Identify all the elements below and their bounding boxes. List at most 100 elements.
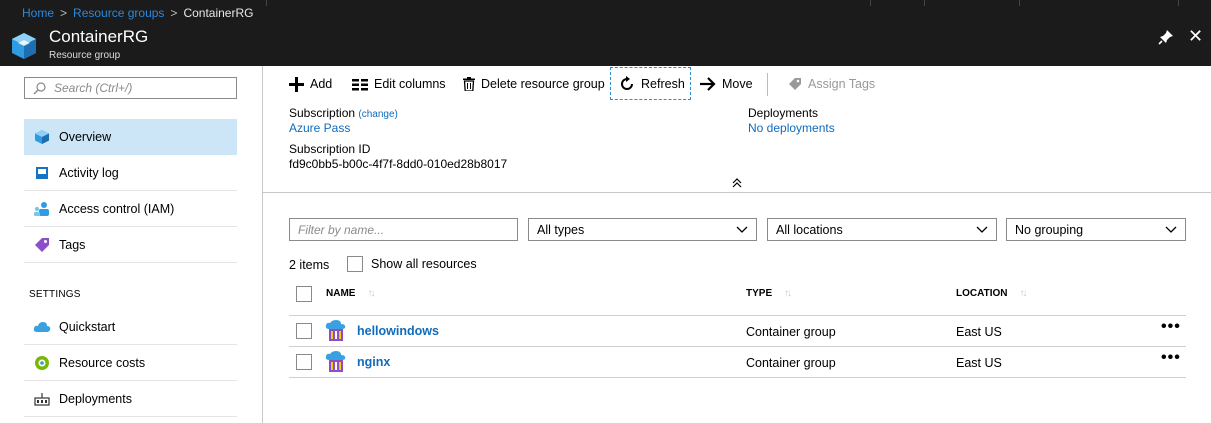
delete-resource-group-label: Delete resource group: [481, 77, 605, 91]
deployments-icon: [33, 390, 51, 408]
sidebar-item-label: Access control (IAM): [59, 201, 175, 216]
sidebar-divider: [262, 66, 263, 423]
chevron-down-icon: [736, 226, 748, 233]
column-name-label: NAME: [326, 288, 356, 299]
subscription-change-link[interactable]: (change): [358, 109, 397, 120]
resource-costs-icon: [33, 354, 51, 372]
sidebar-item-label: Deployments: [59, 391, 132, 406]
sort-icon: ↑↓: [1019, 288, 1027, 299]
more-options-icon[interactable]: •••: [1161, 318, 1181, 336]
resource-name-link[interactable]: hellowindows: [357, 324, 439, 338]
move-button[interactable]: Move: [700, 74, 753, 94]
sidebar-item-label: Quickstart: [59, 319, 116, 334]
chevron-down-icon: [1165, 226, 1177, 233]
top-bar: Home > Resource groups > ContainerRG Con…: [0, 0, 1211, 66]
breadcrumb-resource-groups[interactable]: Resource groups: [73, 6, 164, 20]
breadcrumb-current: ContainerRG: [183, 6, 254, 20]
item-count: 2 items: [289, 258, 330, 272]
deployments-value-link[interactable]: No deployments: [748, 121, 835, 135]
types-dropdown[interactable]: All types: [528, 218, 757, 241]
iam-icon: [33, 200, 51, 218]
arrow-right-icon: [700, 77, 716, 91]
container-group-icon: [325, 351, 346, 372]
tag-icon: [789, 78, 801, 90]
column-type-label: TYPE: [746, 288, 773, 299]
subscription-id-value: fd9c0bb5-b00c-4f7f-8dd0-010ed28b8017: [289, 157, 508, 171]
filter-placeholder: Filter by name...: [298, 222, 385, 237]
resource-location: East US: [956, 356, 1002, 370]
sidebar-item-label: Overview: [59, 130, 112, 144]
sidebar-item-iam[interactable]: Access control (IAM): [24, 191, 237, 227]
assign-tags-button[interactable]: Assign Tags: [788, 74, 875, 94]
search-placeholder: Search (Ctrl+/): [54, 81, 133, 95]
add-label: Add: [310, 77, 333, 91]
sidebar-item-activity-log[interactable]: Activity log: [24, 155, 237, 191]
subscription-value-link[interactable]: Azure Pass: [289, 121, 350, 135]
select-all-checkbox[interactable]: [296, 286, 312, 302]
edit-columns-button[interactable]: Edit columns: [352, 74, 446, 94]
sidebar-item-label: Activity log: [59, 165, 119, 180]
delete-resource-group-button[interactable]: Delete resource group: [463, 74, 605, 94]
sort-icon: ↑↓: [367, 288, 375, 299]
move-label: Move: [722, 77, 753, 91]
show-all-resources-toggle[interactable]: Show all resources: [347, 256, 477, 272]
show-all-checkbox[interactable]: [347, 256, 363, 272]
subscription-id-label: Subscription ID: [289, 142, 371, 156]
sidebar-item-label: Tags: [59, 237, 86, 252]
deployments-label: Deployments: [748, 106, 819, 120]
refresh-label: Refresh: [641, 77, 685, 91]
toolbar-separator: [767, 73, 768, 96]
tag-icon: [33, 236, 51, 254]
locations-value: All locations: [776, 222, 843, 237]
quickstart-cloud-icon: [33, 318, 51, 336]
table-row[interactable]: nginx Container group East US •••: [289, 347, 1186, 378]
resource-name-link[interactable]: nginx: [357, 355, 390, 369]
types-value: All types: [537, 222, 585, 237]
columns-icon: [352, 78, 368, 90]
grouping-value: No grouping: [1015, 222, 1084, 237]
add-button[interactable]: Add: [289, 74, 332, 94]
essentials-divider: [263, 192, 1211, 193]
sidebar-item-deployments[interactable]: Deployments: [24, 381, 237, 417]
assign-tags-label: Assign Tags: [808, 77, 876, 91]
column-header-name[interactable]: NAME ↑↓: [326, 288, 375, 299]
collapse-chevron-icon[interactable]: [732, 178, 742, 188]
chevron-down-icon: [976, 226, 988, 233]
close-icon[interactable]: ✕: [1188, 27, 1203, 45]
refresh-icon: [621, 76, 633, 90]
row-checkbox[interactable]: [296, 354, 312, 370]
pin-icon[interactable]: [1158, 29, 1174, 45]
resource-type: Container group: [746, 356, 836, 370]
locations-dropdown[interactable]: All locations: [767, 218, 997, 241]
more-options-icon[interactable]: •••: [1161, 349, 1181, 367]
breadcrumb-separator: >: [170, 6, 178, 20]
sidebar-item-label: Resource costs: [59, 355, 146, 370]
sidebar-search-input[interactable]: Search (Ctrl+/): [24, 77, 237, 99]
table-row[interactable]: hellowindows Container group East US •••: [289, 316, 1186, 347]
edit-columns-label: Edit columns: [374, 77, 446, 91]
activity-log-icon: [33, 164, 51, 182]
show-all-label: Show all resources: [371, 257, 477, 271]
breadcrumb-home[interactable]: Home: [22, 6, 54, 20]
plus-icon: [289, 76, 304, 92]
column-location-label: LOCATION: [956, 288, 1008, 299]
sidebar-item-tags[interactable]: Tags: [24, 227, 237, 263]
resource-location: East US: [956, 325, 1002, 339]
overview-icon: [33, 128, 51, 146]
blade-subtitle: Resource group: [49, 50, 121, 61]
grouping-dropdown[interactable]: No grouping: [1006, 218, 1186, 241]
container-group-icon: [325, 320, 346, 341]
row-checkbox[interactable]: [296, 323, 312, 339]
refresh-button[interactable]: Refresh: [619, 74, 685, 94]
sidebar-item-quickstart[interactable]: Quickstart: [24, 309, 237, 345]
filter-by-name-input[interactable]: Filter by name...: [289, 218, 518, 241]
column-header-type[interactable]: TYPE ↑↓: [746, 288, 792, 299]
breadcrumb-separator: >: [60, 6, 68, 20]
resource-group-cube-icon: [12, 33, 36, 59]
sidebar-item-overview[interactable]: Overview: [24, 119, 237, 155]
sidebar-item-resource-costs[interactable]: Resource costs: [24, 345, 237, 381]
subscription-label: Subscription: [289, 106, 356, 120]
column-header-location[interactable]: LOCATION ↑↓: [956, 288, 1027, 299]
blade-title: ContainerRG: [49, 27, 149, 46]
settings-section-header: SETTINGS: [29, 289, 81, 300]
